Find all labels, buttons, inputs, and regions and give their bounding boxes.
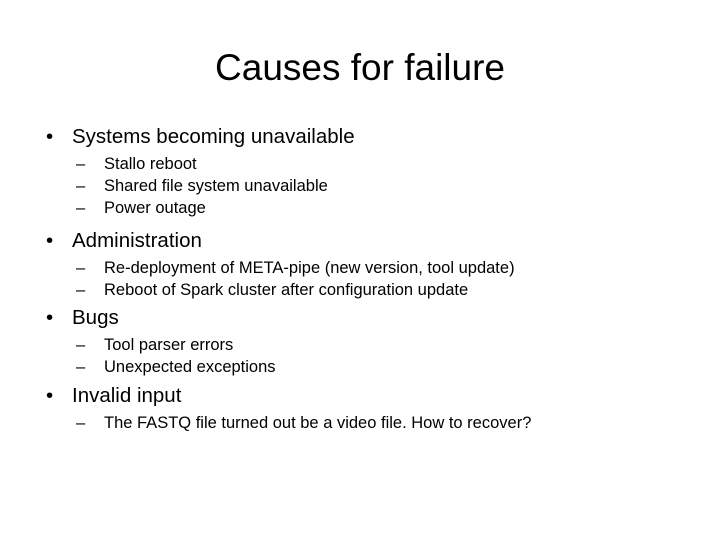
bullet-group: • Bugs – Tool parser errors – Unexpected… xyxy=(0,305,720,378)
bullet-group: • Invalid input – The FASTQ file turned … xyxy=(0,383,720,434)
sub-bullet-item: – Stallo reboot xyxy=(0,153,720,175)
sub-bullet-label: Stallo reboot xyxy=(104,155,197,173)
dash-marker-icon: – xyxy=(76,199,86,217)
bullet-marker-icon: • xyxy=(46,384,54,407)
bullet-item: • Administration xyxy=(0,228,720,254)
bullet-group: • Administration – Re-deployment of META… xyxy=(0,228,720,301)
sub-bullet-label: Power outage xyxy=(104,199,206,217)
sub-bullet-item: – The FASTQ file turned out be a video f… xyxy=(0,412,720,434)
dash-marker-icon: – xyxy=(76,177,86,195)
bullet-label: Invalid input xyxy=(72,384,182,407)
slide-body: • Systems becoming unavailable – Stallo … xyxy=(0,124,720,434)
bullet-item: • Bugs xyxy=(0,305,720,331)
dash-marker-icon: – xyxy=(76,336,86,354)
bullet-marker-icon: • xyxy=(46,229,54,252)
bullet-marker-icon: • xyxy=(46,306,54,329)
sub-bullet-label: Tool parser errors xyxy=(104,336,234,354)
sub-bullet-item: – Re-deployment of META-pipe (new versio… xyxy=(0,257,720,279)
bullet-item: • Systems becoming unavailable xyxy=(0,124,720,150)
bullet-marker-icon: • xyxy=(46,125,54,148)
bullet-label: Systems becoming unavailable xyxy=(72,125,355,148)
sub-bullet-item: – Reboot of Spark cluster after configur… xyxy=(0,279,720,301)
dash-marker-icon: – xyxy=(76,155,86,173)
dash-marker-icon: – xyxy=(76,414,86,432)
bullet-label: Bugs xyxy=(72,306,119,329)
sub-bullet-item: – Tool parser errors xyxy=(0,334,720,356)
sub-bullet-item: – Power outage xyxy=(0,197,720,219)
page-title: Causes for failure xyxy=(215,47,505,88)
bullet-item: • Invalid input xyxy=(0,383,720,409)
dash-marker-icon: – xyxy=(76,281,86,299)
dash-marker-icon: – xyxy=(76,259,86,277)
sub-bullet-item: – Shared file system unavailable xyxy=(0,175,720,197)
bullet-label: Administration xyxy=(72,229,202,252)
sub-bullet-label: Unexpected exceptions xyxy=(104,358,276,376)
sub-bullet-label: Reboot of Spark cluster after configurat… xyxy=(104,281,469,299)
dash-marker-icon: – xyxy=(76,358,86,376)
sub-bullet-label: Re-deployment of META-pipe (new version,… xyxy=(104,259,515,277)
sub-bullet-label: The FASTQ file turned out be a video fil… xyxy=(104,414,532,432)
presentation-slide: Causes for failure • Systems becoming un… xyxy=(0,0,720,540)
sub-bullet-label: Shared file system unavailable xyxy=(104,177,328,195)
sub-bullet-item: – Unexpected exceptions xyxy=(0,356,720,378)
bullet-group: • Systems becoming unavailable – Stallo … xyxy=(0,124,720,219)
